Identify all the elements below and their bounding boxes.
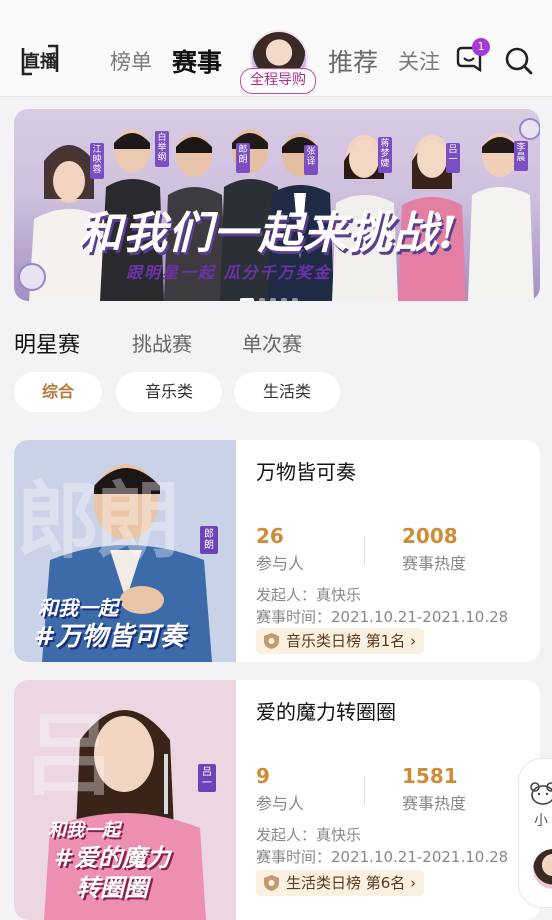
initiator-text: 发起人：真快乐 — [256, 586, 362, 604]
banner-name-tag: 吕一 — [448, 145, 458, 165]
rank-text: 音乐类日榜 第1名 — [286, 632, 406, 650]
banner-subtitle: 跟明星一起 瓜分千万奖金 — [126, 263, 332, 282]
filter-chip-music[interactable]: 音乐类 — [116, 372, 222, 412]
rank-text: 生活类日榜 第6名 — [286, 874, 406, 892]
heat-label: 赛事热度 — [402, 554, 467, 573]
search-icon[interactable] — [502, 44, 536, 78]
contest-time-text: 赛事时间：2021.10.21-2021.10.28 — [256, 608, 509, 626]
rank-shield-icon — [264, 633, 279, 649]
participants-count: 9 — [256, 764, 270, 788]
guide-label[interactable]: 全程导购 — [240, 68, 316, 94]
stat-divider — [364, 776, 365, 804]
rank-shield-icon — [264, 875, 279, 891]
top-nav-bar: 直播 榜单 赛事 全程导购 推荐 关注 1 — [0, 0, 552, 97]
rank-badge[interactable]: 生活类日榜 第6名 › — [256, 870, 425, 896]
banner-dot[interactable] — [292, 298, 298, 301]
banner-dot[interactable] — [270, 298, 276, 301]
banner-dot[interactable] — [259, 298, 265, 301]
participants-label: 参与人 — [256, 554, 305, 573]
promo-banner[interactable]: 江映蓉 白举纲 郎朗 张译 蒋梦婕 吕一 李晨 和我们一起来挑战! 跟明星一起 … — [14, 109, 540, 301]
poster-name-tag: 郎朗 — [200, 526, 218, 554]
poster-name-tag: 吕一 — [198, 764, 216, 792]
live-logo-text: 直播 — [23, 51, 58, 72]
banner-dot-active[interactable] — [240, 298, 254, 301]
banner-slogan: 和我们一起来挑战! — [78, 208, 459, 259]
stat-divider — [364, 536, 365, 564]
rank-badge[interactable]: 音乐类日榜 第1名 › — [256, 628, 425, 654]
tab-star-contest[interactable]: 明星赛 — [14, 327, 80, 359]
tab-events[interactable]: 赛事 — [172, 43, 222, 79]
tab-ranking[interactable]: 榜单 — [110, 46, 152, 76]
contest-card[interactable]: 吕 吕一 和我一起 #爱的魔力 转圈圈 爱的魔力转圈圈 9 参与人 1581 赛… — [14, 680, 540, 920]
contest-title: 万物皆可奏 — [256, 460, 356, 484]
participants-count: 26 — [256, 524, 284, 548]
tab-single-contest[interactable]: 单次赛 — [242, 328, 302, 357]
floating-assistant-widget[interactable] — [518, 758, 552, 908]
tab-challenge-contest[interactable]: 挑战赛 — [132, 328, 192, 357]
tab-follow[interactable]: 关注 — [398, 46, 440, 76]
initiator-text: 发起人：真快乐 — [256, 826, 362, 844]
bear-icon — [530, 782, 552, 805]
poster-bg-text: 郎朗 — [16, 471, 180, 570]
floating-avatar[interactable] — [533, 849, 552, 889]
poster-caption-line2: #万物皆可奏 — [34, 622, 186, 652]
participants-label: 参与人 — [256, 794, 305, 813]
heat-label: 赛事热度 — [402, 794, 467, 813]
contest-card[interactable]: 郎朗 郎朗 和我一起 #万物皆可奏 万物皆可奏 26 参与人 2008 赛事热度… — [14, 440, 540, 662]
banner-name-tag: 江映蓉 — [92, 145, 102, 175]
heat-count: 1581 — [402, 764, 458, 788]
banner-name-tag: 蒋梦婕 — [380, 139, 390, 169]
banner-name-tag: 张译 — [306, 147, 316, 167]
filter-chip-all[interactable]: 综合 — [14, 372, 102, 412]
chevron-right-icon: › — [405, 632, 417, 650]
banner-name-tag: 郎朗 — [238, 145, 248, 165]
contest-title: 爱的魔力转圈圈 — [256, 700, 396, 724]
poster-bg-text: 吕 — [24, 702, 114, 808]
banner-name-tag: 白举纲 — [157, 133, 167, 163]
poster-caption-line3: 转圈圈 — [76, 873, 148, 902]
tab-recommend[interactable]: 推荐 — [328, 43, 378, 79]
live-logo-icon[interactable]: 直播 — [20, 42, 60, 78]
heat-count: 2008 — [402, 524, 458, 548]
banner-pagination — [240, 287, 303, 301]
floating-widget-label: 小 — [534, 813, 548, 829]
filter-chip-life[interactable]: 生活类 — [234, 372, 340, 412]
banner-dot[interactable] — [281, 298, 287, 301]
message-badge: 1 — [472, 38, 490, 56]
chevron-right-icon: › — [405, 874, 417, 892]
banner-name-tag: 李晨 — [516, 143, 526, 163]
contest-time-text: 赛事时间：2021.10.21-2021.10.28 — [256, 848, 509, 866]
